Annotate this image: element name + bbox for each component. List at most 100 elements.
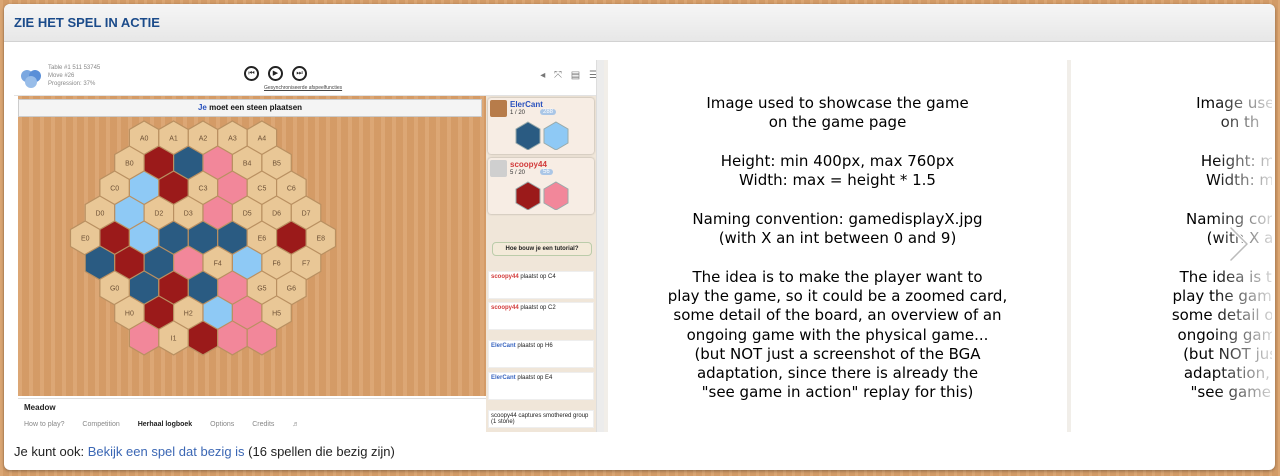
- settings-icon[interactable]: ▤: [571, 70, 580, 81]
- avatar: [490, 100, 507, 117]
- game-screenshot-slide[interactable]: Table #1 511 53745 Move #26 Progression:…: [14, 60, 604, 432]
- log-entry: scoopy44 plaatst op C2: [488, 302, 594, 330]
- player-badge: 288: [540, 109, 557, 115]
- hex-cell-label: A1: [169, 136, 178, 143]
- log-entry: scoopy44 captures smothered group (1 sto…: [488, 410, 594, 428]
- music-icon[interactable]: ♬: [292, 421, 299, 428]
- scrollbar[interactable]: [596, 60, 604, 432]
- hex-cell-label: C6: [287, 185, 296, 192]
- player-stones: [515, 121, 569, 150]
- turn-banner: Je moet een steen plaatsen: [18, 99, 482, 117]
- hex-cell-label: I1: [171, 335, 177, 342]
- previous-move-icon[interactable]: ⏮: [244, 66, 259, 81]
- log-text: plaatst: [520, 305, 539, 311]
- log-capture: scoopy44 captures smothered group (1 sto…: [491, 413, 589, 425]
- log-entry: ElerCant plaatst op H6: [488, 340, 594, 368]
- volume-icon[interactable]: ◂: [540, 70, 545, 81]
- hex-cell-label: H5: [272, 310, 281, 317]
- hex-cell-label: B0: [125, 160, 134, 167]
- hex-cell-label: F6: [273, 260, 281, 267]
- tab-replay-log[interactable]: Herhaal logboek: [138, 421, 192, 428]
- game-meta: Table #1 511 53745 Move #26 Progression:…: [48, 64, 100, 88]
- footer-prefix: Je kunt ook:: [14, 444, 85, 459]
- player-card: scoopy44 5 / 20 56: [488, 158, 594, 214]
- bga-logo-icon: [21, 70, 41, 88]
- toolbar-icons: ◂ ⤧ ▤ ☰: [540, 70, 598, 81]
- player-card: ElerCant 1 / 20 288: [488, 98, 594, 154]
- log-entry: ElerCant plaatst op E4: [488, 372, 594, 400]
- screenshot-carousel[interactable]: Table #1 511 53745 Move #26 Progression:…: [14, 60, 1272, 432]
- hex-cell-label: A3: [228, 136, 237, 143]
- hex-cell-label: A0: [140, 136, 149, 143]
- hex-cell-label: D7: [302, 210, 311, 217]
- log-target: op C4: [539, 274, 556, 280]
- hex-cell-label: D0: [95, 210, 104, 217]
- hex-cell-label: E0: [81, 235, 90, 242]
- game-topbar: Table #1 511 53745 Move #26 Progression:…: [14, 60, 604, 96]
- hex-cell-label: E6: [258, 235, 267, 242]
- log-target: op E4: [536, 375, 553, 381]
- player-name: scoopy44: [510, 160, 547, 169]
- hex-cell-label: D6: [272, 210, 281, 217]
- section-title: ZIE HET SPEL IN ACTIE: [4, 4, 1275, 42]
- hex-cell-label: D2: [154, 210, 163, 217]
- hex-cell-label: C0: [110, 185, 119, 192]
- game-board: A0 A1 A2 A3 A4 B0 B4 B5 C0 C3 C5 C6 D0 D2 D3 D5 D6 D7 E0 E6…: [18, 96, 486, 396]
- hex-cell-label: B5: [272, 160, 281, 167]
- hex-cell-label: F4: [214, 260, 222, 267]
- footer-suffix: (16 spellen die bezig zijn): [248, 444, 395, 459]
- hex-cell-label: F7: [302, 260, 310, 267]
- fullscreen-icon[interactable]: ⤧: [554, 70, 562, 81]
- hex-cell-label: C5: [257, 185, 266, 192]
- hex-cell-label: H2: [184, 310, 193, 317]
- tab-how-to-play[interactable]: How to play?: [24, 421, 64, 428]
- hex-board: A0 A1 A2 A3 A4 B0 B4 B5 C0 C3 C5 C6 D0 D2 D3 D5 D6 D7 E0 E6…: [69, 120, 337, 356]
- hex-cell-label: B4: [243, 160, 252, 167]
- log-target: op H6: [536, 343, 553, 349]
- log-player: ElerCant: [491, 343, 516, 349]
- log-text: plaatst: [517, 343, 536, 349]
- hex-cell-label: A4: [258, 136, 267, 143]
- game-title: Meadow: [24, 403, 56, 412]
- next-move-icon[interactable]: ⏭: [292, 66, 307, 81]
- player-score: 5 / 20: [510, 170, 526, 176]
- tab-options[interactable]: Options: [210, 421, 234, 428]
- game-tabs: How to play? Competition Herhaal logboek…: [24, 421, 315, 428]
- hex-cell-label: G5: [257, 285, 266, 292]
- log-text: plaatst: [517, 375, 536, 381]
- tutorial-button[interactable]: Hoe bouw je een tutorial?: [492, 242, 592, 256]
- hex-cell-label: D5: [243, 210, 252, 217]
- hex-cell-label: G0: [110, 285, 119, 292]
- hex-cell-label: D3: [184, 210, 193, 217]
- avatar: [490, 160, 507, 177]
- log-text: plaatst: [520, 274, 539, 280]
- chevron-right-icon[interactable]: [1228, 225, 1250, 263]
- progression: Progression: 37%: [48, 81, 96, 87]
- banner-player: Je: [197, 103, 207, 112]
- watch-ongoing-game-link[interactable]: Bekijk een spel dat bezig is: [88, 444, 245, 459]
- footer-line: Je kunt ook: Bekijk een spel dat bezig i…: [14, 444, 395, 459]
- sync-controls-link[interactable]: Gesynchroniseerde afspeelfuncties: [264, 85, 342, 91]
- table-number: Table #1 511 53745: [48, 65, 101, 71]
- hex-cell-label: A2: [199, 136, 208, 143]
- hex-cell-label: H0: [125, 310, 134, 317]
- placeholder-slide[interactable]: Image used to showcase the game on the g…: [608, 60, 1067, 432]
- player-name: ElerCant: [510, 100, 543, 109]
- player-stones: [515, 181, 569, 210]
- tab-competition[interactable]: Competition: [82, 421, 119, 428]
- play-icon[interactable]: ▶: [268, 66, 283, 81]
- log-player: scoopy44: [491, 274, 519, 280]
- log-player: scoopy44: [491, 305, 519, 311]
- game-info-bar: Meadow How to play? Competition Herhaal …: [18, 398, 486, 432]
- game-in-action-panel: ZIE HET SPEL IN ACTIE Table #1 511 53745…: [4, 4, 1275, 470]
- move-number: Move #26: [48, 73, 75, 79]
- tab-credits[interactable]: Credits: [252, 421, 274, 428]
- player-badge: 56: [540, 169, 553, 175]
- hex-cell-label: G6: [287, 285, 296, 292]
- log-player: ElerCant: [491, 375, 516, 381]
- hex-cell-label: E8: [316, 235, 325, 242]
- placeholder-text: Image used to showcase the game on the g…: [667, 94, 1008, 402]
- banner-message: moet een steen plaatsen: [209, 103, 303, 112]
- player-score: 1 / 20: [510, 110, 526, 116]
- player-panel: ElerCant 1 / 20 288 scoopy44 5 / 20 56 H…: [486, 96, 596, 432]
